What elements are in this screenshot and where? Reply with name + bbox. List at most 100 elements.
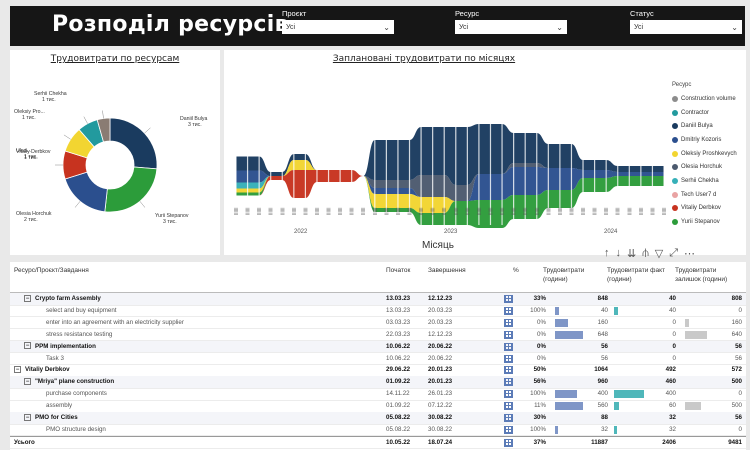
- legend-title: Ресурс: [672, 82, 692, 88]
- row-end: 18.07.24: [428, 438, 453, 446]
- row-work: 560: [597, 402, 608, 410]
- table-row[interactable]: enter into an agreement with an electric…: [10, 317, 746, 330]
- grid-icon: [504, 318, 513, 327]
- table-row[interactable]: − PPM implementation 10.06.22 20.06.22 0% 56 0…: [10, 340, 746, 354]
- legend-item[interactable]: Dmitriy Kozoris: [672, 133, 746, 147]
- donut-slice-1[interactable]: [104, 166, 158, 213]
- legend-item[interactable]: Vitaliy Derbkov: [672, 202, 746, 216]
- legend-item[interactable]: Daniil Bulya: [672, 119, 746, 133]
- row-work: 56: [601, 342, 608, 350]
- table-row[interactable]: assembly 01.09.22 07.12.22 11% 560 60 500: [10, 400, 746, 413]
- row-work: 848: [597, 295, 608, 302]
- row-work: 11887: [591, 438, 608, 446]
- legend-dot-icon: [672, 164, 678, 171]
- legend-label: Contractor: [681, 109, 710, 116]
- row-name: stress resistance testing: [46, 330, 113, 338]
- row-end: 12.12.23: [428, 330, 453, 338]
- resource-filter[interactable]: Ресурс Усі ⌄: [455, 8, 567, 34]
- grid-icon: [504, 414, 513, 422]
- filter-icon[interactable]: ▽: [655, 247, 663, 260]
- collapse-icon[interactable]: −: [24, 413, 31, 421]
- month-tick: ⅼⅼⅼⅼⅼⅼ: [408, 207, 413, 215]
- row-actual: 492: [665, 366, 676, 374]
- resource-filter-dropdown[interactable]: Усі ⌄: [455, 20, 567, 34]
- month-tick: ⅼⅼⅼⅼⅼⅼ: [581, 207, 586, 215]
- x-axis-label: Місяць: [422, 240, 454, 251]
- row-end: 07.12.22: [428, 402, 453, 410]
- table-row[interactable]: Task 3 10.06.22 20.06.22 0% 56 0 56: [10, 353, 746, 365]
- row-start: 29.06.22: [386, 366, 411, 374]
- table-row[interactable]: − Vitaliy Derbkov 29.06.22 20.01.23 50% 1064 4…: [10, 364, 746, 377]
- donut-slice-0[interactable]: [109, 117, 158, 170]
- table-row[interactable]: Усього 10.05.22 18.07.24 37% 11887 2406 9481: [10, 435, 746, 450]
- table-row[interactable]: purchase components 14.11.22 26.01.23 100% 4…: [10, 388, 746, 401]
- collapse-icon[interactable]: −: [14, 366, 21, 374]
- row-remaining: 0: [738, 390, 742, 398]
- row-remaining: 808: [731, 295, 742, 302]
- row-end: 20.03.23: [428, 318, 453, 326]
- legend-item[interactable]: Olesia Horchuk: [672, 160, 746, 174]
- month-tick: ⅼⅼⅼⅼⅼⅼ: [315, 207, 320, 215]
- table-row[interactable]: − "Mriya" plane construction 01.09.22 20.01…: [10, 376, 746, 389]
- row-name: Task 3: [46, 354, 64, 362]
- expand-all-icon[interactable]: ⇊: [627, 247, 636, 260]
- row-percent: 0%: [537, 354, 546, 362]
- project-filter-dropdown[interactable]: Усі ⌄: [282, 20, 394, 34]
- row-start: 05.08.22: [386, 425, 411, 433]
- actual-bar: [614, 306, 618, 315]
- legend-dot-icon: [672, 205, 678, 212]
- row-name: purchase components: [46, 390, 107, 398]
- legend-item[interactable]: Contractor: [672, 106, 746, 120]
- legend-item[interactable]: Oleksiy Proshkevych: [672, 147, 746, 161]
- grid-icon: [504, 438, 513, 447]
- legend-label: Daniil Bulya: [681, 123, 713, 130]
- legend-item[interactable]: Tech User7 d: [672, 188, 746, 202]
- month-tick: ⅼⅼⅼⅼⅼⅼ: [373, 207, 378, 215]
- collapse-icon[interactable]: −: [24, 378, 31, 386]
- donut-slice-2[interactable]: [64, 171, 108, 213]
- month-tick: ⅼⅼⅼⅼⅼⅼ: [500, 207, 505, 215]
- filter-label: Статус: [630, 9, 654, 18]
- row-name: enter into an agreement with an electric…: [46, 318, 184, 326]
- table-row[interactable]: PMO structure design 05.08.22 30.08.22 100%…: [10, 424, 746, 437]
- legend-dot-icon: [672, 150, 678, 157]
- collapse-icon[interactable]: −: [24, 342, 31, 350]
- grid-icon: [504, 390, 513, 399]
- status-filter[interactable]: Статус Усі ⌄: [630, 8, 742, 34]
- legend-item[interactable]: Construction volume: [672, 92, 746, 106]
- legend-label: Serhii Chekha: [681, 177, 719, 184]
- year-label: 2024: [604, 229, 618, 235]
- row-end: 26.01.23: [428, 390, 453, 398]
- row-remaining: 56: [735, 354, 742, 362]
- row-remaining: 500: [731, 378, 742, 386]
- row-start: 13.03.23: [386, 295, 411, 302]
- table-row[interactable]: − Crypto farm Assembly 13.03.23 12.12.23 33%…: [10, 293, 746, 306]
- monthly-chart: ⅼⅼⅼⅼⅼⅼ ⅼⅼⅼⅼⅼⅼ ⅼⅼⅼⅼⅼⅼ ⅼⅼⅼⅼⅼⅼ ⅼⅼⅼⅼⅼⅼ ⅼⅼⅼⅼⅼⅼ ⅼⅼⅼⅼ…: [234, 80, 667, 235]
- focus-mode-icon[interactable]: ⤢: [669, 247, 678, 260]
- row-actual: 32: [669, 425, 676, 433]
- row-percent: 33%: [533, 295, 546, 302]
- legend-item[interactable]: Serhii Chekha: [672, 174, 746, 188]
- table-row[interactable]: − PMO for Cities 05.08.22 30.08.22 30% 88 32 56: [10, 412, 746, 425]
- table-row[interactable]: select and buy equipment 13.03.23 20.03.23…: [10, 305, 746, 318]
- more-options-icon[interactable]: ⋯: [684, 247, 695, 260]
- table-row[interactable]: stress resistance testing 22.03.23 12.12.2…: [10, 329, 746, 342]
- month-tick: ⅼⅼⅼⅼⅼⅼ: [280, 207, 285, 215]
- row-start: 01.09.22: [386, 402, 411, 410]
- month-tick: ⅼⅼⅼⅼⅼⅼ: [246, 207, 251, 215]
- project-filter[interactable]: Проєкт Усі ⌄: [282, 8, 394, 34]
- row-end: 20.06.22: [428, 342, 453, 350]
- filter-label: Ресурс: [455, 9, 480, 18]
- work-bar: [555, 425, 558, 434]
- legend-dot-icon: [672, 95, 678, 102]
- row-work: 40: [601, 306, 608, 314]
- sort-up-icon[interactable]: ↑: [604, 247, 610, 260]
- drill-icon[interactable]: ⫛: [642, 247, 649, 260]
- donut-chart: Daniil Bulya3 тис.Yurii Stepanov3 тис.Ol…: [14, 91, 208, 225]
- collapse-icon[interactable]: −: [24, 294, 31, 302]
- legend-dot-icon: [672, 123, 678, 130]
- status-filter-dropdown[interactable]: Усі ⌄: [630, 20, 742, 34]
- legend-item[interactable]: Yurii Stepanov: [672, 215, 746, 229]
- row-work: 56: [601, 354, 608, 362]
- sort-down-icon[interactable]: ↓: [616, 247, 622, 260]
